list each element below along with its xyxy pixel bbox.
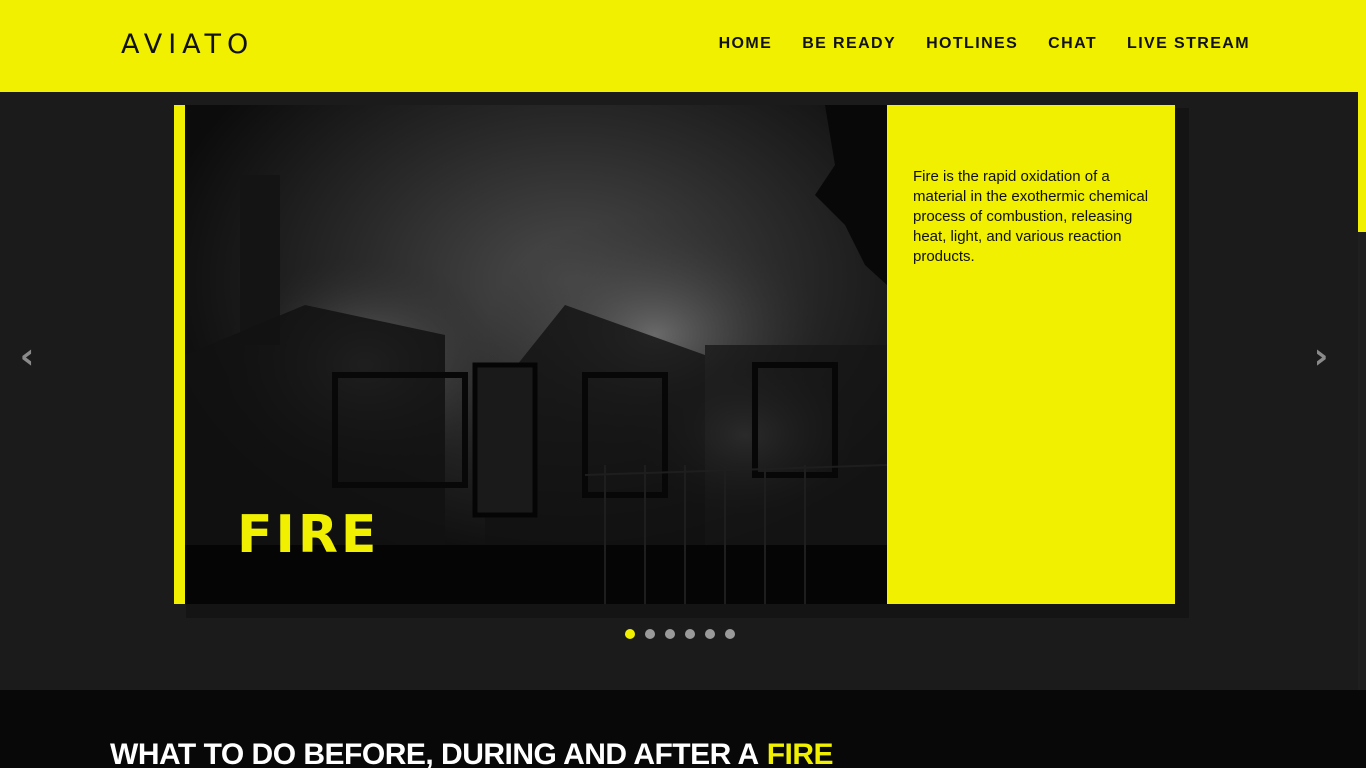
section-heading-text: WHAT TO DO BEFORE, DURING AND AFTER A: [110, 738, 759, 768]
scrollbar-thumb[interactable]: [1358, 92, 1366, 232]
site-header: AVIATO HOME BE READY HOTLINES CHAT LIVE …: [0, 0, 1366, 92]
slide-accent-bar: [174, 105, 185, 604]
chevron-left-icon[interactable]: ‹: [12, 339, 42, 375]
slider-indicators: [625, 629, 735, 639]
slide-indicator-2[interactable]: [645, 629, 655, 639]
nav-home[interactable]: HOME: [719, 35, 773, 53]
slide-indicator-4[interactable]: [685, 629, 695, 639]
slide-image: FIRE: [185, 105, 887, 604]
slide-description: Fire is the rapid oxidation of a materia…: [913, 168, 1149, 265]
slide-indicator-5[interactable]: [705, 629, 715, 639]
nav-hotlines[interactable]: HOTLINES: [926, 35, 1018, 53]
chevron-right-icon[interactable]: ›: [1306, 339, 1336, 375]
nav-live-stream[interactable]: LIVE STREAM: [1127, 35, 1250, 53]
nav-be-ready[interactable]: BE READY: [802, 35, 896, 53]
slide-indicator-3[interactable]: [665, 629, 675, 639]
slide-indicator-1[interactable]: [625, 629, 635, 639]
main-nav: HOME BE READY HOTLINES CHAT LIVE STREAM: [719, 35, 1250, 53]
info-section: WHAT TO DO BEFORE, DURING AND AFTER A FIR…: [0, 690, 1366, 768]
slide-indicator-6[interactable]: [725, 629, 735, 639]
scrollbar-track[interactable]: [1358, 232, 1366, 690]
brand-logo[interactable]: AVIATO: [121, 30, 254, 60]
slide-title: FIRE: [237, 505, 380, 565]
section-heading: WHAT TO DO BEFORE, DURING AND AFTER A FIR…: [110, 738, 834, 768]
hero-slider: FIRE Fire is the rapid oxidation of a ma…: [0, 92, 1366, 690]
section-heading-highlight: FIRE: [766, 738, 834, 768]
slide-description-panel: Fire is the rapid oxidation of a materia…: [887, 105, 1175, 604]
nav-chat[interactable]: CHAT: [1048, 35, 1097, 53]
